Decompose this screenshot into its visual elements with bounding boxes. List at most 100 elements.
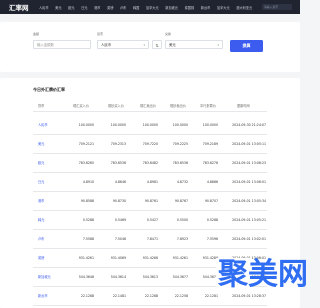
rate-cell: 90.8730 — [100, 194, 126, 208]
rate-cell: 4.8732 — [162, 175, 188, 189]
rate-cell: 90.8767 — [162, 194, 188, 208]
rate-cell: 783.6276 — [192, 156, 218, 170]
top-navbar: 汇率网 人民币 美元 欧元 日元 港币 英镑 卢布 韩国 加拿大元 新加坡元 泰… — [0, 0, 300, 14]
nav-item-jpy[interactable]: 日元 — [81, 5, 87, 10]
rate-cell: 0.5427 — [132, 213, 158, 227]
nav-item-twd[interactable]: 新台币 — [201, 5, 211, 10]
nav-item-usd[interactable]: 美元 — [55, 5, 61, 10]
nav-item-eur[interactable]: 欧元 — [68, 5, 74, 10]
rate-cell: 544.3679 — [192, 270, 218, 284]
col-header-spot-sell: 现汇卖出价 — [140, 102, 156, 110]
nav-item-rub[interactable]: 卢布 — [120, 5, 126, 10]
rate-cell: 7.5588 — [68, 232, 94, 246]
header-search-input[interactable]: 请输入货币 — [262, 4, 292, 10]
nav-item-cad2[interactable]: 加拿大元 — [217, 5, 230, 10]
table-row: 韩元0.52880.54690.54270.55000.52882024-09-… — [0, 213, 300, 227]
rate-cell: 100.0000 — [100, 118, 126, 132]
rate-cell: 100.0000 — [192, 118, 218, 132]
rate-cell: 2024-09-01 13:02:01 — [224, 232, 266, 246]
rate-cell: 22.1281 — [192, 289, 218, 303]
rate-cell: 709.2121 — [68, 137, 94, 151]
rate-cell: 931.4261 — [162, 251, 188, 265]
currency-link[interactable]: 港币 — [38, 194, 68, 208]
nav-item-thb[interactable]: 泰国铢 — [185, 5, 195, 10]
rate-cell: 100.0000 — [132, 118, 158, 132]
rate-cell: 4.8646 — [100, 175, 126, 189]
rate-cell: 22.1481 — [100, 289, 126, 303]
rate-cell: 544.3613 — [132, 270, 158, 284]
chevron-down-icon: ▾ — [217, 41, 219, 50]
rate-cell: 2024-09-01 13:05:11 — [224, 137, 266, 151]
table-row: 卢布7.5588 7.5046 7.8471 7.8923 7.5596 2024-09-… — [0, 232, 300, 246]
col-header-cash-buy: 现钞买入价 — [108, 102, 124, 110]
rate-cell: 931.4261 — [68, 251, 94, 265]
rate-cell: 4.8981 — [132, 175, 158, 189]
rate-cell: 0.5469 — [100, 213, 126, 227]
to-currency-select[interactable]: 美元 ▾ — [165, 40, 223, 49]
table-row: 人民币100.0000100.0000100.0000100.0000100.0… — [0, 118, 300, 132]
rate-cell: 0.5288 — [68, 213, 94, 227]
rate-cell: 7.8471 — [132, 232, 158, 246]
from-currency-select[interactable]: 人民币 ▾ — [97, 40, 149, 49]
rate-cell: 2024-09-01 13:05:21 — [224, 213, 266, 227]
nav-item-rmb[interactable]: 人民币 — [39, 5, 49, 10]
table-row: 欧元783.6265783.6536783.6482783.6536783.62… — [0, 156, 300, 170]
table-row: 日元4.8910 4.8646 4.8981 4.8732 4.8866 2024-09-… — [0, 175, 300, 189]
col-header-currency: 货币 — [38, 102, 44, 110]
rate-cell: 90.8761 — [132, 194, 158, 208]
rate-cell: 2024-09-01 13:05:34 — [224, 194, 266, 208]
rate-cell: 22.1288 — [132, 289, 158, 303]
rate-cell: 783.6536 — [100, 156, 126, 170]
to-currency-value: 美元 — [169, 43, 176, 47]
rate-cell: 7.5596 — [192, 232, 218, 246]
rate-cell: 783.6482 — [132, 156, 158, 170]
site-logo[interactable]: 汇率网 — [9, 2, 39, 12]
nav-item-aud[interactable]: 澳大利亚元 — [236, 5, 252, 10]
currency-link[interactable]: 人民币 — [38, 118, 68, 132]
rate-cell: 2024-09-01 13:06:01 — [224, 175, 266, 189]
rate-cell: 100.0000 — [68, 118, 94, 132]
nav-item-sgd[interactable]: 新加坡元 — [165, 5, 178, 10]
rate-cell: 90.8588 — [68, 194, 94, 208]
currency-link[interactable]: 新台币 — [38, 289, 68, 303]
rate-cell: 931.4069 — [100, 251, 126, 265]
currency-link[interactable]: 新加坡元 — [38, 270, 68, 284]
col-header-cash-sell: 现钞卖出价 — [170, 102, 186, 110]
col-header-boc-rate: 中行折算价 — [200, 102, 216, 110]
rate-cell: 544.3614 — [100, 270, 126, 284]
nav-item-hkd[interactable]: 港币 — [94, 5, 100, 10]
rate-cell: 4.8866 — [192, 175, 218, 189]
currency-link[interactable]: 卢布 — [38, 232, 68, 246]
rate-cell: 783.6536 — [162, 156, 188, 170]
rate-cell: 4.8910 — [68, 175, 94, 189]
rate-cell: 7.5046 — [100, 232, 126, 246]
rate-cell: 931.4266 — [132, 251, 158, 265]
nav-item-krw[interactable]: 韩国 — [133, 5, 139, 10]
currency-link[interactable]: 英镑 — [38, 251, 68, 265]
rate-cell: 0.5500 — [162, 213, 188, 227]
amount-input[interactable]: 输入金额数 — [33, 40, 91, 49]
table-row: 港币90.858890.873090.876190.876790.8707202… — [0, 194, 300, 208]
rate-cell: 22.1258 — [162, 289, 188, 303]
currency-link[interactable]: 欧元 — [38, 156, 68, 170]
swap-icon: ⇅ — [155, 43, 158, 48]
to-currency-label: 兑换 — [165, 32, 171, 36]
convert-button[interactable]: 换算 — [230, 40, 263, 52]
currency-link[interactable]: 韩元 — [38, 213, 68, 227]
nav-item-cad[interactable]: 加拿大元 — [146, 5, 159, 10]
rates-title: 今日外汇牌价汇率 — [33, 87, 65, 93]
rate-cell: 2024-09-30 21:24:07 — [224, 118, 266, 132]
rate-cell: 709.7220 — [132, 137, 158, 151]
rate-cell: 0.5288 — [192, 213, 218, 227]
currency-link[interactable]: 美元 — [38, 137, 68, 151]
currency-link[interactable]: 日元 — [38, 175, 68, 189]
table-row: 美元709.2121709.2313709.7220709.2225709.21… — [0, 137, 300, 151]
amount-label: 金额 — [33, 32, 39, 36]
rate-cell: 709.2313 — [100, 137, 126, 151]
rate-cell: 931.4289 — [192, 251, 218, 265]
rate-cell: 7.8923 — [162, 232, 188, 246]
swap-currency-button[interactable]: ⇅ — [152, 40, 162, 49]
nav-item-gbp[interactable]: 英镑 — [107, 5, 113, 10]
col-header-update-time: 更新时间 — [237, 102, 250, 110]
rate-cell: 22.1288 — [68, 289, 94, 303]
